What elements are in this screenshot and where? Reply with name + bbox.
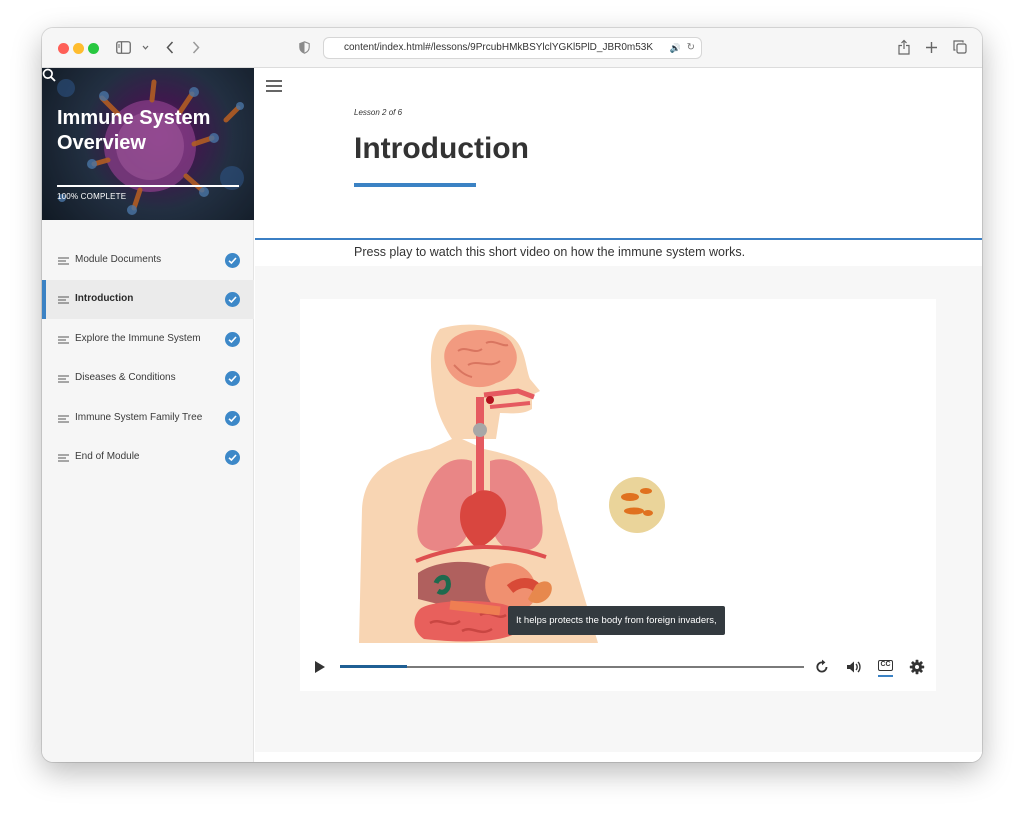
- sidebar-item-explore-immune-system[interactable]: Explore the Immune System: [42, 320, 254, 359]
- settings-icon[interactable]: [909, 659, 925, 675]
- course-sidebar: Immune System Overview 100% COMPLETE Mod…: [42, 68, 254, 762]
- volume-icon[interactable]: [845, 659, 861, 675]
- speaker-icon[interactable]: 🔊: [670, 38, 681, 58]
- shield-icon[interactable]: [299, 41, 310, 54]
- menu-icon[interactable]: [266, 80, 282, 92]
- lesson-list-icon: [58, 336, 69, 344]
- section-divider: [255, 238, 982, 240]
- completed-check-icon: [225, 450, 240, 465]
- video-caption: It helps protects the body from foreign …: [508, 606, 725, 635]
- search-icon[interactable]: [42, 68, 56, 82]
- sidebar-item-module-documents[interactable]: Module Documents: [42, 241, 254, 280]
- share-icon[interactable]: [898, 39, 910, 55]
- tabs-overview-icon[interactable]: [953, 40, 967, 54]
- course-title: Immune System Overview: [57, 107, 211, 154]
- sidebar-item-end-of-module[interactable]: End of Module: [42, 438, 254, 477]
- sidebar-item-label: End of Module: [75, 451, 140, 462]
- play-icon[interactable]: [314, 660, 326, 674]
- back-icon[interactable]: [166, 41, 174, 54]
- lesson-content: Lesson 2 of 6 Introduction Press play to…: [255, 68, 982, 762]
- browser-window: content/index.html#/lessons/9PrcubHMkBSY…: [42, 28, 982, 762]
- sidebar-item-label: Diseases & Conditions: [75, 372, 176, 383]
- course-progress-text: 100% COMPLETE: [57, 192, 127, 201]
- close-window-button[interactable]: [58, 43, 69, 54]
- page-title: Introduction: [354, 132, 529, 165]
- forward-icon[interactable]: [192, 41, 200, 54]
- completed-check-icon: [225, 371, 240, 386]
- completed-check-icon: [225, 332, 240, 347]
- replay-icon[interactable]: [814, 659, 830, 675]
- new-tab-icon[interactable]: [925, 41, 938, 54]
- browser-toolbar: content/index.html#/lessons/9PrcubHMkBSY…: [42, 28, 982, 68]
- sidebar-item-label: Explore the Immune System: [75, 333, 201, 344]
- video-seek-progress: [340, 665, 407, 668]
- reload-icon[interactable]: ↻: [687, 38, 695, 58]
- captions-active-indicator: [878, 675, 893, 677]
- completed-check-icon: [225, 411, 240, 426]
- active-indicator: [42, 280, 46, 319]
- video-seek-bar[interactable]: [340, 666, 804, 668]
- lesson-list-icon: [58, 415, 69, 423]
- lesson-intro-text: Press play to watch this short video on …: [354, 245, 746, 259]
- video-player[interactable]: It helps protects the body from foreign …: [300, 299, 936, 691]
- minimize-window-button[interactable]: [73, 43, 84, 54]
- address-text: content/index.html#/lessons/9PrcubHMkBSY…: [344, 42, 654, 53]
- sidebar-item-diseases-conditions[interactable]: Diseases & Conditions: [42, 359, 254, 398]
- sidebar-item-family-tree[interactable]: Immune System Family Tree: [42, 399, 254, 438]
- chevron-down-icon[interactable]: [142, 45, 149, 50]
- title-accent-bar: [354, 183, 476, 187]
- lesson-list-icon: [58, 296, 69, 304]
- sidebar-item-label: Module Documents: [75, 254, 162, 265]
- closed-captions-icon[interactable]: CC: [878, 660, 893, 671]
- lesson-list-icon: [58, 375, 69, 383]
- lesson-list-icon: [58, 257, 69, 265]
- course-header-image: Immune System Overview 100% COMPLETE: [42, 68, 254, 220]
- completed-check-icon: [225, 292, 240, 307]
- course-progress-bar: [57, 185, 239, 187]
- completed-check-icon: [225, 253, 240, 268]
- sidebar-item-label: Immune System Family Tree: [75, 412, 203, 423]
- address-bar[interactable]: content/index.html#/lessons/9PrcubHMkBSY…: [323, 37, 702, 59]
- lesson-counter: Lesson 2 of 6: [354, 108, 403, 117]
- zoom-window-button[interactable]: [88, 43, 99, 54]
- sidebar-toggle-icon[interactable]: [116, 41, 131, 54]
- content-footer: [255, 752, 982, 762]
- sidebar-item-introduction[interactable]: Introduction: [42, 280, 254, 319]
- lesson-list-icon: [58, 454, 69, 462]
- sidebar-item-label: Introduction: [75, 293, 134, 304]
